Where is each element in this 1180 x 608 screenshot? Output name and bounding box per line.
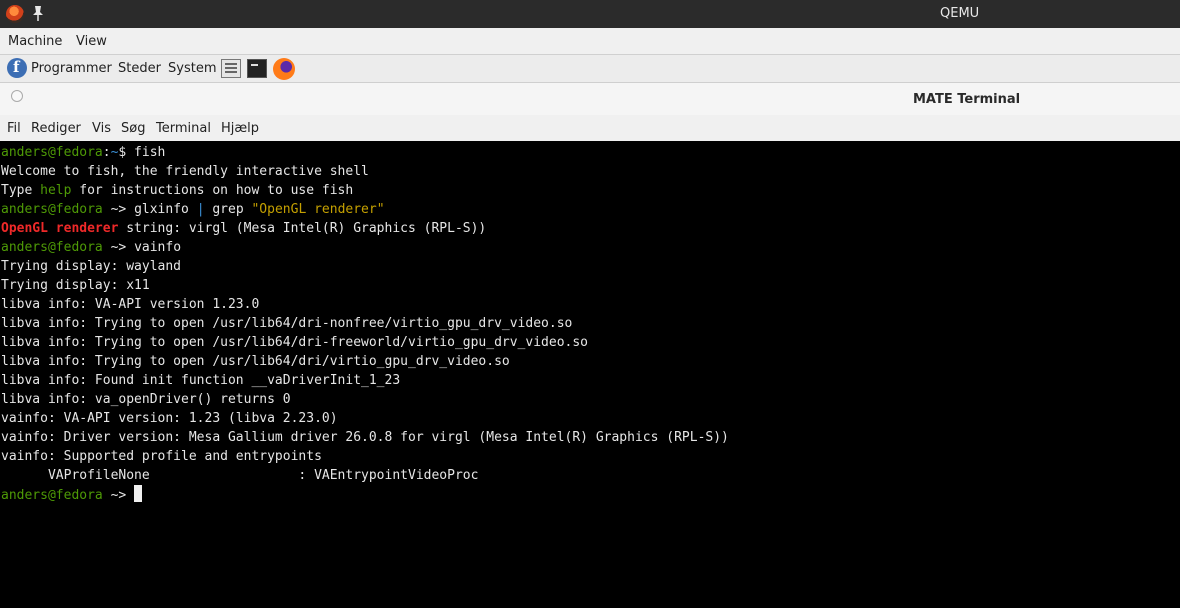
terminal-window-title: MATE Terminal: [913, 92, 1021, 107]
terminal-text-segment: anders@fedora: [1, 202, 103, 217]
menu-sog[interactable]: Søg: [121, 121, 145, 136]
terminal-line: anders@fedora:~$ fish: [1, 143, 729, 162]
firefox-icon[interactable]: [273, 58, 295, 80]
menu-vis[interactable]: Vis: [92, 121, 111, 136]
terminal-text-segment: help: [40, 183, 72, 198]
terminal-menubar: Fil Rediger Vis Søg Terminal Hjælp: [0, 115, 1180, 141]
terminal-line: anders@fedora ~> glxinfo | grep "OpenGL …: [1, 200, 729, 219]
terminal-text-segment: :: [102, 145, 111, 160]
terminal-line: anders@fedora ~> vainfo: [1, 238, 729, 257]
terminal-text-segment: |: [196, 202, 205, 217]
terminal-text-segment: glxinfo: [134, 202, 197, 217]
terminal-text-segment: "OpenGL renderer": [251, 202, 385, 217]
mate-top-panel: Programmer Steder System: [0, 55, 1180, 83]
terminal-output-area[interactable]: anders@fedora:~$ fish Welcome to fish, th…: [0, 141, 1180, 608]
terminal-text-segment: anders@fedora: [1, 145, 103, 160]
terminal-text-segment: ~>: [102, 488, 135, 503]
terminal-text-segment: $ fish: [118, 145, 166, 160]
fedora-logo-icon[interactable]: [7, 58, 27, 78]
terminal-text-segment: vainfo: Driver version: Mesa Gallium dri…: [1, 430, 729, 445]
panel-menu-programmer[interactable]: Programmer: [31, 61, 112, 76]
pin-icon[interactable]: [31, 4, 45, 22]
terminal-text-segment: vainfo: Supported profile and entrypoint…: [1, 449, 322, 464]
panel-menu-steder[interactable]: Steder: [118, 61, 161, 76]
menu-hjaelp[interactable]: Hjælp: [221, 121, 259, 136]
panel-menu-system[interactable]: System: [168, 61, 216, 76]
qemu-app-icon[interactable]: [6, 5, 24, 23]
terminal-line: vainfo: Supported profile and entrypoint…: [1, 447, 729, 466]
menu-machine[interactable]: Machine: [8, 34, 62, 49]
qemu-titlebar: QEMU: [0, 0, 1180, 28]
terminal-text-segment: VAProfileNone : VAEntrypointVideoProc: [1, 468, 479, 483]
terminal-text-segment: libva info: Trying to open /usr/lib64/dr…: [1, 316, 573, 331]
terminal-line: VAProfileNone : VAEntrypointVideoProc: [1, 466, 729, 485]
terminal-text-segment: vainfo: [134, 240, 182, 255]
window-close-icon[interactable]: [11, 90, 23, 102]
terminal-text-segment: Welcome to fish, the friendly interactiv…: [1, 164, 369, 179]
terminal-text-segment: string: virgl (Mesa Intel(R) Graphics (R…: [118, 221, 487, 236]
terminal-text-segment: anders@fedora: [1, 240, 103, 255]
terminal-line: libva info: Trying to open /usr/lib64/dr…: [1, 333, 729, 352]
terminal-text-segment: anders@fedora: [1, 488, 103, 503]
files-icon[interactable]: [221, 59, 241, 78]
terminal-text-segment: libva info: va_openDriver() returns 0: [1, 392, 291, 407]
terminal-text-segment: libva info: VA-API version 1.23.0: [1, 297, 260, 312]
terminal-titlebar: MATE Terminal: [0, 83, 1180, 115]
qemu-menubar: Machine View: [0, 28, 1180, 55]
terminal-text-segment: Trying display: wayland: [1, 259, 182, 274]
terminal-text-segment: Type: [1, 183, 41, 198]
terminal-line: libva info: Found init function __vaDriv…: [1, 371, 729, 390]
terminal-line: libva info: VA-API version 1.23.0: [1, 295, 729, 314]
menu-rediger[interactable]: Rediger: [31, 121, 81, 136]
terminal-line: libva info: Trying to open /usr/lib64/dr…: [1, 314, 729, 333]
terminal-text-segment: libva info: Trying to open /usr/lib64/dr…: [1, 335, 588, 350]
terminal-text-segment: Trying display: x11: [1, 278, 150, 293]
terminal-cursor: [134, 485, 143, 502]
terminal-line: vainfo: Driver version: Mesa Gallium dri…: [1, 428, 729, 447]
terminal-text-segment: ~>: [102, 240, 135, 255]
terminal-line: Trying display: wayland: [1, 257, 729, 276]
terminal-icon[interactable]: [247, 59, 267, 78]
terminal-line: Type help for instructions on how to use…: [1, 181, 729, 200]
terminal-text-segment: libva info: Trying to open /usr/lib64/dr…: [1, 354, 510, 369]
terminal-text-segment: libva info: Found init function __vaDriv…: [1, 373, 401, 388]
qemu-window-title: QEMU: [940, 6, 980, 21]
terminal-line: libva info: Trying to open /usr/lib64/dr…: [1, 352, 729, 371]
terminal-text-segment: OpenGL renderer: [1, 221, 119, 236]
menu-view[interactable]: View: [76, 34, 107, 49]
terminal-text-segment: grep: [204, 202, 252, 217]
terminal-lines: anders@fedora:~$ fish Welcome to fish, th…: [1, 143, 729, 504]
terminal-text-segment: for instructions on how to use fish: [71, 183, 354, 198]
terminal-line: Trying display: x11: [1, 276, 729, 295]
terminal-line: vainfo: VA-API version: 1.23 (libva 2.23…: [1, 409, 729, 428]
terminal-line: libva info: va_openDriver() returns 0: [1, 390, 729, 409]
terminal-text-segment: ~>: [102, 202, 135, 217]
menu-fil[interactable]: Fil: [7, 121, 21, 136]
menu-terminal[interactable]: Terminal: [156, 121, 211, 136]
terminal-line: OpenGL renderer string: virgl (Mesa Inte…: [1, 219, 729, 238]
terminal-line: anders@fedora ~>: [1, 485, 729, 504]
terminal-line: Welcome to fish, the friendly interactiv…: [1, 162, 729, 181]
terminal-text-segment: vainfo: VA-API version: 1.23 (libva 2.23…: [1, 411, 338, 426]
